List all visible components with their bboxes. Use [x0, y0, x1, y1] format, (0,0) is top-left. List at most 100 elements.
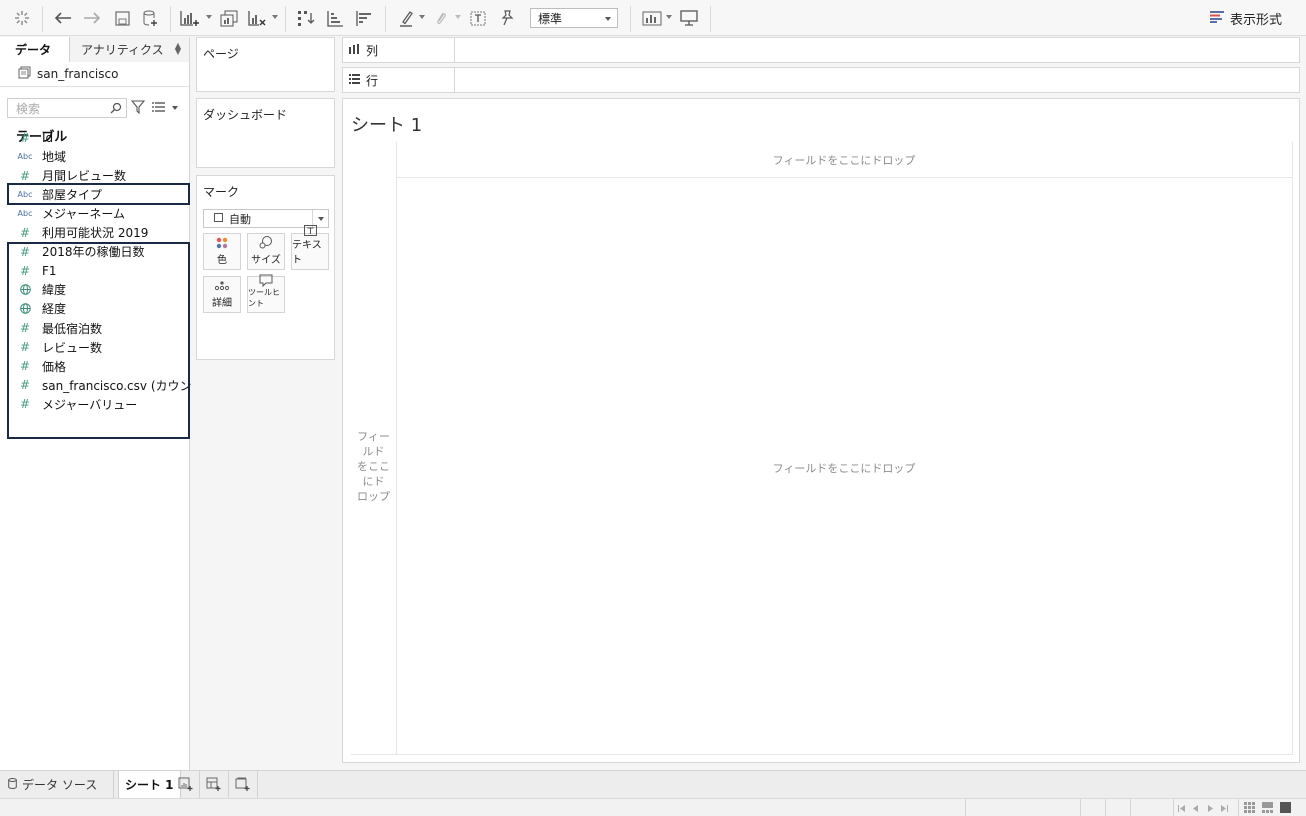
datasource-tab[interactable]: データ ソース: [8, 771, 97, 798]
chevron-down-icon[interactable]: [419, 15, 425, 19]
sheet-sorter-icon[interactable]: [1244, 802, 1255, 816]
drop-zone-rows[interactable]: フィー ルド をここ にド ロップ: [351, 429, 396, 504]
new-dashboard-tab-icon[interactable]: [206, 777, 221, 795]
field-label: メジャーバリュー: [42, 397, 138, 412]
show-me-button[interactable]: 表示形式: [1209, 9, 1282, 28]
list-view-icon[interactable]: [152, 101, 166, 116]
group-members-icon[interactable]: [431, 6, 451, 30]
field-label: メジャーネーム: [42, 207, 126, 222]
columns-shelf[interactable]: 列: [342, 37, 1300, 63]
fit-dropdown-value: 標準: [538, 11, 563, 26]
new-story-tab-icon[interactable]: [235, 777, 250, 795]
detail-mark-label: 詳細: [212, 298, 232, 309]
sort-descending-icon[interactable]: [352, 6, 376, 30]
chevron-down-icon[interactable]: [206, 15, 212, 19]
clear-sheet-icon[interactable]: [245, 6, 269, 30]
field-item[interactable]: # 利用可能状況 2019: [8, 223, 190, 242]
highlight-icon[interactable]: [395, 6, 417, 30]
text-mark-label: テキスト: [292, 240, 322, 266]
field-label: 地域: [42, 150, 67, 165]
string-type-icon: Abc: [17, 209, 33, 219]
drop-zone-rows-line: ロップ: [357, 490, 390, 503]
data-pane: データ アナリティクス ▲ ▼ san_francisco 検索 テーブル # Id…: [0, 37, 208, 770]
number-type-icon: #: [19, 130, 31, 145]
detail-mark-button[interactable]: 詳細: [203, 276, 241, 313]
chevron-down-icon[interactable]: [666, 15, 672, 19]
rows-shelf[interactable]: 行: [342, 67, 1300, 93]
field-item[interactable]: Abc メジャーネーム: [8, 204, 190, 223]
field-item[interactable]: 緯度: [8, 280, 190, 299]
swap-rows-columns-icon[interactable]: [294, 6, 318, 30]
field-item[interactable]: Abc 地域: [8, 147, 190, 166]
field-item[interactable]: #2018年の稼働日数: [8, 242, 190, 261]
cards-pane: ページ ダッシュボード マーク 自動 色 サイズ テキスト 詳細 ツールヒント: [191, 37, 341, 770]
field-item[interactable]: # 月間レビュー数: [8, 166, 190, 185]
previous-sheet-icon[interactable]: [1192, 802, 1200, 816]
drop-zone-columns[interactable]: フィールドをここにドロップ: [396, 152, 1292, 168]
drop-zone-rows-line: ルド: [362, 445, 385, 458]
field-item[interactable]: # レビュー数: [8, 338, 190, 357]
show-cards-icon[interactable]: [640, 6, 664, 30]
field-item[interactable]: # san_francisco.csv (カウント): [8, 376, 208, 395]
show-mark-labels-icon[interactable]: [467, 6, 489, 30]
text-icon: [303, 225, 317, 236]
tab-analytics[interactable]: アナリティクス ▲ ▼: [70, 37, 189, 62]
pin-icon[interactable]: [496, 6, 518, 30]
chevron-down-icon[interactable]: [272, 15, 278, 19]
next-sheet-icon[interactable]: [1206, 802, 1214, 816]
color-mark-button[interactable]: 色: [203, 233, 241, 270]
number-type-icon: #: [19, 263, 31, 278]
field-item[interactable]: Abc 部屋タイプ: [8, 185, 190, 204]
text-mark-button[interactable]: テキスト: [291, 225, 329, 270]
datasource-item[interactable]: san_francisco: [0, 62, 189, 87]
tooltip-icon: [259, 274, 273, 287]
columns-icon: [349, 43, 360, 57]
string-type-icon: Abc: [17, 152, 33, 162]
first-sheet-icon[interactable]: [1178, 802, 1186, 816]
worksheet-canvas: シート 1 フィールドをここにドロップ フィールドをここにドロップ フィー ルド…: [342, 98, 1300, 763]
filter-icon[interactable]: [130, 100, 146, 117]
field-item[interactable]: # 最低宿泊数: [8, 319, 190, 338]
status-bar: [0, 798, 1306, 816]
duplicate-sheet-icon[interactable]: [217, 6, 241, 30]
fit-dropdown[interactable]: 標準: [530, 8, 618, 28]
string-type-icon: Abc: [17, 190, 33, 200]
drop-zone-center[interactable]: フィールドをここにドロップ: [396, 460, 1292, 476]
new-datasource-icon[interactable]: [139, 6, 161, 30]
field-label: 2018年の稼働日数: [42, 245, 145, 260]
toolbar: 標準 表示形式: [0, 0, 1306, 36]
field-item[interactable]: # F1: [8, 261, 190, 280]
chevron-down-icon[interactable]: [455, 15, 461, 19]
data-pane-tabs: データ アナリティクス ▲ ▼: [0, 37, 189, 62]
number-type-icon: #: [19, 225, 31, 240]
presentation-mode-icon[interactable]: [678, 6, 700, 30]
filmstrip-icon[interactable]: [1262, 802, 1273, 816]
color-mark-label: 色: [217, 255, 227, 266]
tabs-view-icon[interactable]: [1280, 802, 1291, 816]
database-icon: [8, 777, 17, 792]
tab-data[interactable]: データ: [0, 37, 70, 62]
search-icon: [110, 102, 122, 117]
undo-icon[interactable]: [52, 6, 74, 30]
field-item[interactable]: 経度: [8, 299, 190, 318]
new-worksheet-tab-icon[interactable]: [178, 777, 193, 795]
field-item[interactable]: # Id: [8, 128, 190, 147]
tooltip-mark-button[interactable]: ツールヒント: [247, 274, 285, 313]
tab-sheet-1[interactable]: シート 1: [118, 771, 181, 798]
save-icon[interactable]: [111, 6, 133, 30]
field-label: 経度: [42, 302, 67, 317]
sheet-title[interactable]: シート 1: [351, 111, 422, 137]
rows-label: 行: [366, 73, 379, 88]
new-worksheet-icon[interactable]: [178, 6, 202, 30]
size-mark-button[interactable]: サイズ: [247, 233, 285, 270]
last-sheet-icon[interactable]: [1220, 802, 1228, 816]
redo-icon[interactable]: [81, 6, 103, 30]
dashboard-card[interactable]: ダッシュボード: [196, 98, 335, 168]
sort-ascending-icon[interactable]: [323, 6, 347, 30]
field-item[interactable]: # 価格: [8, 357, 190, 376]
search-input[interactable]: 検索: [7, 98, 127, 118]
pages-card[interactable]: ページ: [196, 37, 335, 92]
chevron-down-icon[interactable]: [172, 106, 178, 110]
field-item[interactable]: # メジャーバリュー: [8, 395, 190, 414]
tableau-logo-icon[interactable]: [10, 6, 34, 30]
